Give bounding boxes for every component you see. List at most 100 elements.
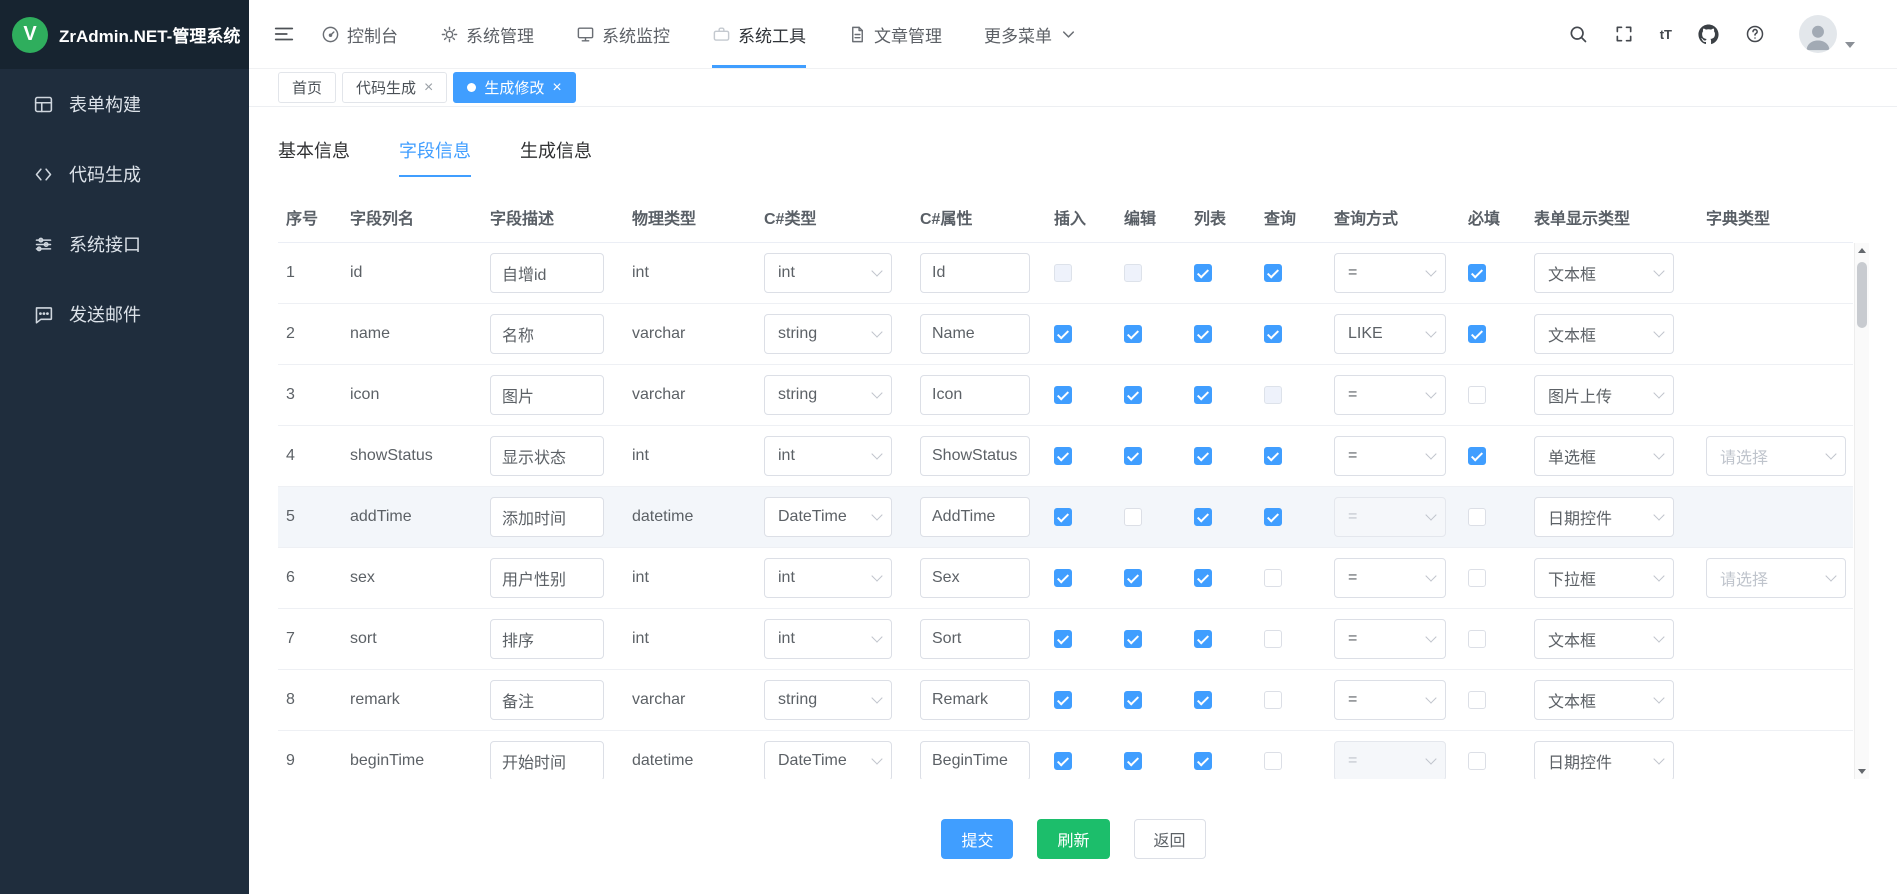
sidebar-item-send-mail[interactable]: 发送邮件 [0, 279, 249, 349]
scrollbar-thumb[interactable] [1857, 262, 1867, 328]
display-type-select[interactable]: 文本框 [1534, 314, 1674, 354]
csharp-type-select[interactable]: int [764, 619, 892, 659]
user-avatar[interactable] [1799, 15, 1837, 53]
query-checkbox[interactable] [1264, 569, 1282, 587]
back-button[interactable]: 返回 [1134, 819, 1206, 859]
csharp-property-input[interactable] [920, 619, 1030, 659]
csharp-type-select[interactable]: string [764, 680, 892, 720]
display-type-select[interactable]: 日期控件 [1534, 741, 1674, 779]
query-checkbox[interactable] [1264, 325, 1282, 343]
description-input[interactable] [490, 497, 604, 537]
description-input[interactable] [490, 314, 604, 354]
display-type-select[interactable]: 文本框 [1534, 619, 1674, 659]
csharp-property-input[interactable] [920, 497, 1030, 537]
search-icon[interactable] [1568, 24, 1588, 44]
help-icon[interactable] [1745, 24, 1765, 44]
query-checkbox[interactable] [1264, 447, 1282, 465]
edit-checkbox[interactable] [1124, 630, 1142, 648]
query-mode-select[interactable]: = [1334, 253, 1446, 293]
edit-checkbox[interactable] [1124, 508, 1142, 526]
nav-item-more-menu[interactable]: 更多菜单 [984, 0, 1078, 68]
edit-checkbox[interactable] [1124, 569, 1142, 587]
list-checkbox[interactable] [1194, 508, 1212, 526]
insert-checkbox[interactable] [1054, 691, 1072, 709]
nav-item-system-tools[interactable]: 系统工具 [712, 0, 806, 68]
insert-checkbox[interactable] [1054, 508, 1072, 526]
sidebar-toggle-icon[interactable] [273, 23, 295, 45]
display-type-select[interactable]: 日期控件 [1534, 497, 1674, 537]
query-mode-select[interactable]: = [1334, 741, 1446, 779]
query-mode-select[interactable]: = [1334, 619, 1446, 659]
tab-gen-info[interactable]: 生成信息 [520, 133, 592, 177]
list-checkbox[interactable] [1194, 325, 1212, 343]
display-type-select[interactable]: 图片上传 [1534, 375, 1674, 415]
display-type-select[interactable]: 下拉框 [1534, 558, 1674, 598]
dict-type-select[interactable]: 请选择 [1706, 436, 1846, 476]
csharp-type-select[interactable]: int [764, 253, 892, 293]
sidebar-item-code-gen[interactable]: 代码生成 [0, 139, 249, 209]
csharp-type-select[interactable]: DateTime [764, 497, 892, 537]
tag-code-gen[interactable]: 代码生成 × [342, 72, 447, 103]
scrollbar[interactable] [1854, 243, 1869, 779]
list-checkbox[interactable] [1194, 752, 1212, 770]
insert-checkbox[interactable] [1054, 325, 1072, 343]
query-checkbox[interactable] [1264, 386, 1282, 404]
tab-field-info[interactable]: 字段信息 [399, 133, 471, 177]
nav-item-article-manage[interactable]: 文章管理 [848, 0, 942, 68]
query-mode-select[interactable]: LIKE [1334, 314, 1446, 354]
refresh-button[interactable]: 刷新 [1037, 819, 1109, 859]
edit-checkbox[interactable] [1124, 264, 1142, 282]
edit-checkbox[interactable] [1124, 447, 1142, 465]
query-checkbox[interactable] [1264, 508, 1282, 526]
display-type-select[interactable]: 文本框 [1534, 253, 1674, 293]
csharp-type-select[interactable]: int [764, 558, 892, 598]
csharp-property-input[interactable] [920, 680, 1030, 720]
query-checkbox[interactable] [1264, 264, 1282, 282]
github-icon[interactable] [1698, 24, 1719, 45]
query-mode-select[interactable]: = [1334, 375, 1446, 415]
insert-checkbox[interactable] [1054, 447, 1072, 465]
nav-item-system-monitor[interactable]: 系统监控 [576, 0, 670, 68]
csharp-type-select[interactable]: string [764, 375, 892, 415]
list-checkbox[interactable] [1194, 691, 1212, 709]
query-mode-select[interactable]: = [1334, 680, 1446, 720]
insert-checkbox[interactable] [1054, 386, 1072, 404]
description-input[interactable] [490, 253, 604, 293]
description-input[interactable] [490, 375, 604, 415]
required-checkbox[interactable] [1468, 386, 1486, 404]
description-input[interactable] [490, 436, 604, 476]
scrollbar-down-arrow[interactable] [1855, 764, 1869, 779]
dict-type-select[interactable]: 请选择 [1706, 558, 1846, 598]
query-mode-select[interactable]: = [1334, 436, 1446, 476]
sidebar-item-system-api[interactable]: 系统接口 [0, 209, 249, 279]
csharp-property-input[interactable] [920, 436, 1030, 476]
list-checkbox[interactable] [1194, 264, 1212, 282]
display-type-select[interactable]: 单选框 [1534, 436, 1674, 476]
csharp-type-select[interactable]: int [764, 436, 892, 476]
insert-checkbox[interactable] [1054, 264, 1072, 282]
edit-checkbox[interactable] [1124, 691, 1142, 709]
query-checkbox[interactable] [1264, 752, 1282, 770]
query-mode-select[interactable]: = [1334, 558, 1446, 598]
tag-gen-edit[interactable]: 生成修改 × [453, 72, 575, 103]
description-input[interactable] [490, 741, 604, 779]
close-icon[interactable]: × [424, 80, 433, 96]
display-type-select[interactable]: 文本框 [1534, 680, 1674, 720]
query-checkbox[interactable] [1264, 691, 1282, 709]
edit-checkbox[interactable] [1124, 325, 1142, 343]
font-size-icon[interactable]: tT [1660, 27, 1672, 42]
insert-checkbox[interactable] [1054, 752, 1072, 770]
required-checkbox[interactable] [1468, 447, 1486, 465]
fullscreen-icon[interactable] [1614, 24, 1634, 44]
description-input[interactable] [490, 619, 604, 659]
list-checkbox[interactable] [1194, 386, 1212, 404]
tab-basic-info[interactable]: 基本信息 [278, 133, 350, 177]
scrollbar-up-arrow[interactable] [1855, 243, 1869, 258]
required-checkbox[interactable] [1468, 752, 1486, 770]
required-checkbox[interactable] [1468, 691, 1486, 709]
list-checkbox[interactable] [1194, 569, 1212, 587]
required-checkbox[interactable] [1468, 325, 1486, 343]
csharp-property-input[interactable] [920, 314, 1030, 354]
query-checkbox[interactable] [1264, 630, 1282, 648]
sidebar-item-form-build[interactable]: 表单构建 [0, 69, 249, 139]
